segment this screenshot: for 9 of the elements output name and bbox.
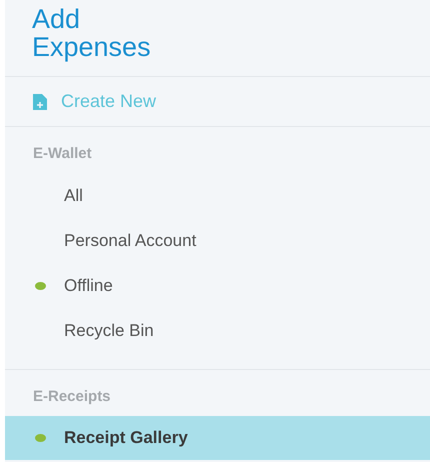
sidebar-item[interactable]: Offline xyxy=(5,263,430,308)
new-document-icon xyxy=(33,94,47,110)
sidebar-item[interactable]: Personal Account xyxy=(5,218,430,263)
section-heading: E-Receipts xyxy=(32,388,112,407)
sidebar-item[interactable]: Recycle Bin xyxy=(5,308,430,353)
sidebar-item[interactable]: Receipt Gallery xyxy=(5,416,430,460)
page-title: Add Expenses xyxy=(32,5,152,61)
section-heading: E-Wallet xyxy=(32,145,93,164)
sidebar-item[interactable]: All xyxy=(5,173,430,218)
